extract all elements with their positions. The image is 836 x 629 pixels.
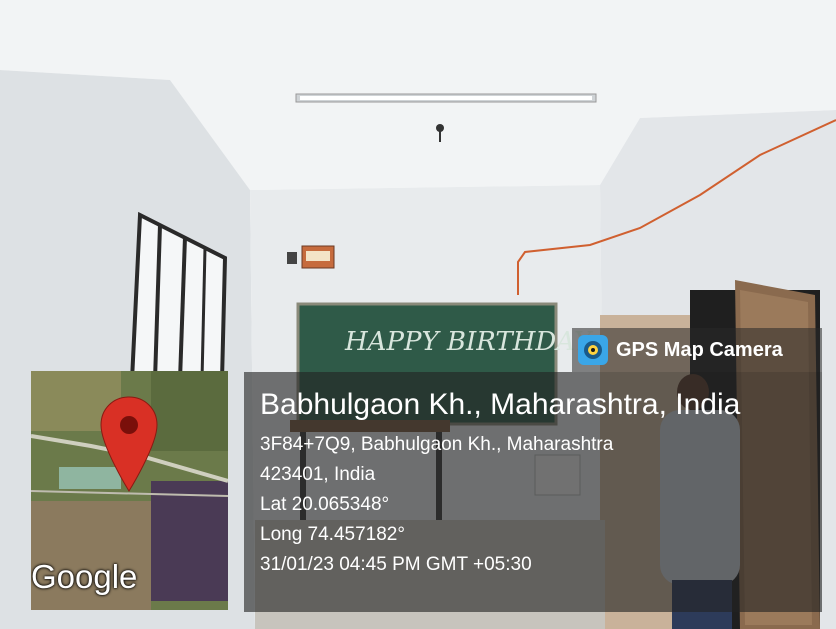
- address-line-2: 423401, India: [260, 464, 376, 485]
- app-label: GPS Map Camera: [616, 338, 783, 361]
- place-title: Babhulgaon Kh., Maharashtra, India: [260, 388, 741, 421]
- google-logo: Google: [31, 558, 138, 595]
- latitude-text: Lat 20.065348°: [260, 494, 390, 515]
- address-line-1: 3F84+7Q9, Babhulgaon Kh., Maharashtra: [260, 434, 614, 455]
- gps-map-camera-badge: GPS Map Camera: [572, 328, 822, 372]
- gps-camera-app-icon: [578, 335, 608, 365]
- chalkboard-text: HAPPY BIRTHDAY: [344, 327, 594, 357]
- location-info-panel: Babhulgaon Kh., Maharashtra, India 3F84+…: [244, 372, 822, 612]
- longitude-text: Long 74.457182°: [260, 524, 405, 545]
- datetime-text: 31/01/23 04:45 PM GMT +05:30: [260, 554, 532, 575]
- map-thumbnail: Google: [31, 371, 228, 610]
